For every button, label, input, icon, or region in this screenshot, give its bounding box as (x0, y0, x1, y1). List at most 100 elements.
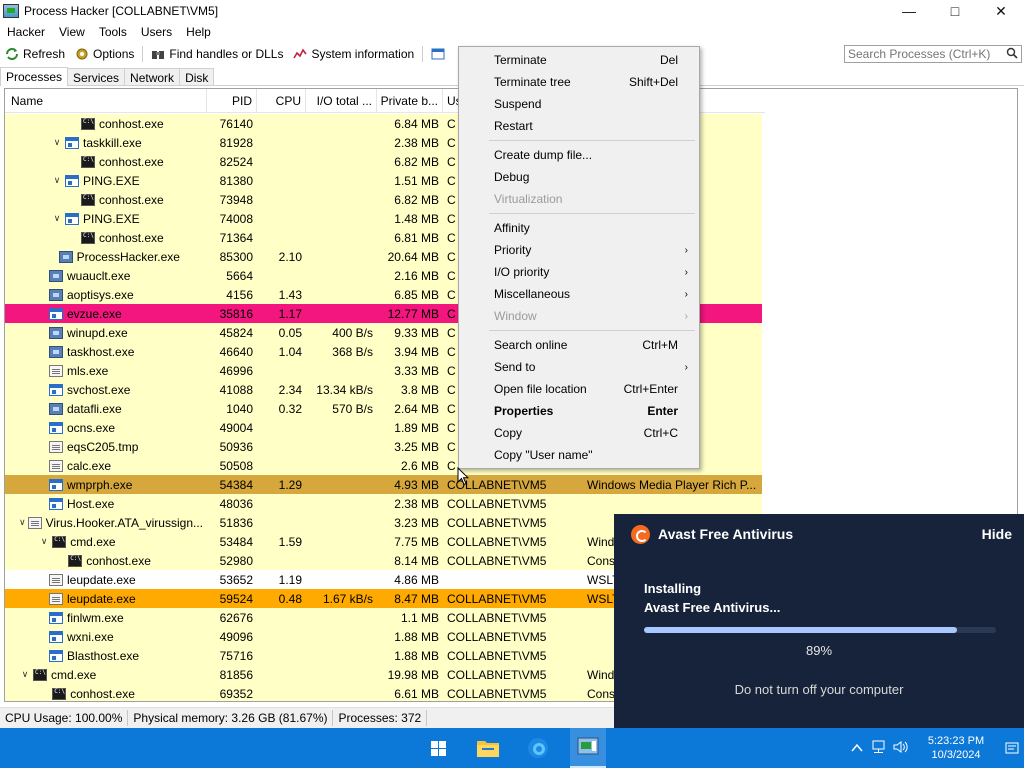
menu-label: Affinity (494, 221, 530, 235)
refresh-icon (5, 47, 19, 61)
search-icon[interactable] (1003, 47, 1021, 62)
process-name: aoptisys.exe (67, 287, 134, 302)
process-name: cmd.exe (70, 534, 116, 549)
process-name: PING.EXE (83, 211, 140, 226)
chevron-down-icon[interactable]: ∨ (19, 669, 31, 680)
title-bar: Process Hacker [COLLABNET\VM5] — □ ✕ (0, 0, 1024, 22)
menu-item-affinity[interactable]: Affinity (460, 217, 698, 239)
menu-label: Debug (494, 170, 530, 184)
maximize-button[interactable]: □ (932, 0, 978, 22)
menu-users[interactable]: Users (134, 25, 179, 39)
table-row[interactable]: wmprph.exe 54384 1.29 4.93 MB COLLABNET\VM5 W… (5, 475, 762, 494)
cell-priv: 8.14 MB (394, 553, 439, 568)
column-header-io-total[interactable]: I/O total ... (306, 89, 377, 113)
window-icon (431, 47, 445, 61)
cell-priv: 6.84 MB (394, 116, 439, 131)
chevron-down-icon[interactable]: ∨ (51, 213, 63, 224)
process-hacker-taskbar-icon[interactable] (570, 728, 606, 768)
column-header-private-bytes[interactable]: Private b... (377, 89, 443, 113)
chevron-down-icon[interactable]: ∨ (51, 175, 63, 186)
menu-item-io-priority[interactable]: I/O priority › (460, 261, 698, 283)
volume-icon[interactable] (890, 740, 912, 757)
cell-cpu (257, 133, 306, 152)
notification-icon[interactable] (1000, 728, 1024, 768)
tab-services[interactable]: Services (67, 68, 126, 86)
tab-disk[interactable]: Disk (179, 68, 215, 86)
avast-hide-button[interactable]: Hide (982, 526, 1012, 542)
menu-item-terminate-tree[interactable]: Terminate tree Shift+Del (460, 71, 698, 93)
cell-cpu: 1.04 (278, 344, 302, 359)
column-header-pid[interactable]: PID (207, 89, 257, 113)
tab-processes[interactable]: Processes (0, 67, 69, 86)
menu-item-copy[interactable]: Copy Ctrl+C (460, 422, 698, 444)
cell-pid: 53652 (219, 572, 253, 587)
cell-pid: 62676 (219, 610, 253, 625)
menu-item-copy-user-name[interactable]: Copy "User name" (460, 444, 698, 466)
menu-item-properties[interactable]: Properties Enter (460, 400, 698, 422)
process-name: conhost.exe (70, 686, 135, 701)
cell-io (306, 627, 377, 646)
cell-io (306, 684, 377, 701)
cell-name: wuauclt.exe (5, 266, 207, 285)
cell-io (306, 304, 377, 323)
menu-tools[interactable]: Tools (92, 25, 134, 39)
cell-priv: 3.25 MB (394, 439, 439, 454)
process-hacker-app-icon (3, 4, 19, 18)
column-header-cpu[interactable]: CPU (257, 89, 306, 113)
cell-cpu (257, 418, 306, 437)
process-name: leupdate.exe (67, 591, 136, 606)
cell-pid: 85300 (219, 249, 253, 264)
tab-bar: Processes Services Network Disk (0, 67, 215, 86)
menu-label: Send to (494, 360, 536, 374)
process-name: leupdate.exe (67, 572, 136, 587)
gear-icon (75, 47, 89, 61)
menu-shortcut: Ctrl+C (643, 426, 678, 440)
menu-item-send-to[interactable]: Send to › (460, 356, 698, 378)
cell-priv: 1.48 MB (394, 211, 439, 226)
avast-title: Avast Free Antivirus (658, 526, 794, 542)
chevron-up-icon[interactable] (846, 741, 868, 756)
taskbar-clock[interactable]: 5:23:23 PM 10/3/2024 (912, 734, 1000, 762)
edge-browser-icon[interactable] (524, 734, 552, 762)
menu-item-suspend[interactable]: Suspend (460, 93, 698, 115)
find-handles-button[interactable]: Find handles or DLLs (146, 44, 288, 64)
menu-item-search-online[interactable]: Search online Ctrl+M (460, 334, 698, 356)
console-process-icon (68, 554, 83, 567)
table-row[interactable]: Host.exe 48036 2.38 MB COLLABNET\VM5 (5, 494, 762, 513)
search-input[interactable] (845, 46, 1003, 62)
menu-item-terminate[interactable]: Terminate Del (460, 49, 698, 71)
menu-item-miscellaneous[interactable]: Miscellaneous › (460, 283, 698, 305)
cell-pid: 49004 (219, 420, 253, 435)
chevron-right-icon: › (684, 361, 688, 373)
cell-cpu: 1.17 (278, 306, 302, 321)
menu-item-debug[interactable]: Debug (460, 166, 698, 188)
menu-hacker[interactable]: Hacker (0, 25, 52, 39)
menu-item-restart[interactable]: Restart (460, 115, 698, 137)
menu-view[interactable]: View (52, 25, 92, 39)
close-button[interactable]: ✕ (978, 0, 1024, 22)
clock-date: 10/3/2024 (931, 749, 981, 761)
chevron-down-icon[interactable]: ∨ (51, 137, 63, 148)
menu-item-priority[interactable]: Priority › (460, 239, 698, 261)
cell-user: COLLABNET\VM5 (447, 629, 547, 644)
menu-item-create-dump[interactable]: Create dump file... (460, 144, 698, 166)
start-windows-icon[interactable] (424, 734, 452, 762)
cell-priv: 6.82 MB (394, 192, 439, 207)
system-information-button[interactable]: System information (288, 44, 419, 64)
options-button[interactable]: Options (70, 44, 139, 64)
chevron-down-icon[interactable]: ∨ (19, 517, 26, 528)
refresh-button[interactable]: Refresh (0, 44, 70, 64)
menu-item-open-file-location[interactable]: Open file location Ctrl+Enter (460, 378, 698, 400)
console-process-icon (52, 535, 67, 548)
window-toggle-button[interactable] (426, 44, 454, 64)
minimize-button[interactable]: — (886, 0, 932, 22)
tab-network[interactable]: Network (124, 68, 181, 86)
menu-help[interactable]: Help (179, 25, 218, 39)
chevron-down-icon[interactable]: ∨ (38, 536, 50, 547)
file-explorer-icon[interactable] (474, 734, 502, 762)
cell-priv: 2.16 MB (394, 268, 439, 283)
cell-priv: 2.6 MB (400, 458, 439, 473)
column-header-name[interactable]: Name (5, 89, 207, 113)
network-icon[interactable] (868, 740, 890, 757)
avast-install-popup: Avast Free Antivirus Hide Installing Ava… (614, 514, 1024, 728)
